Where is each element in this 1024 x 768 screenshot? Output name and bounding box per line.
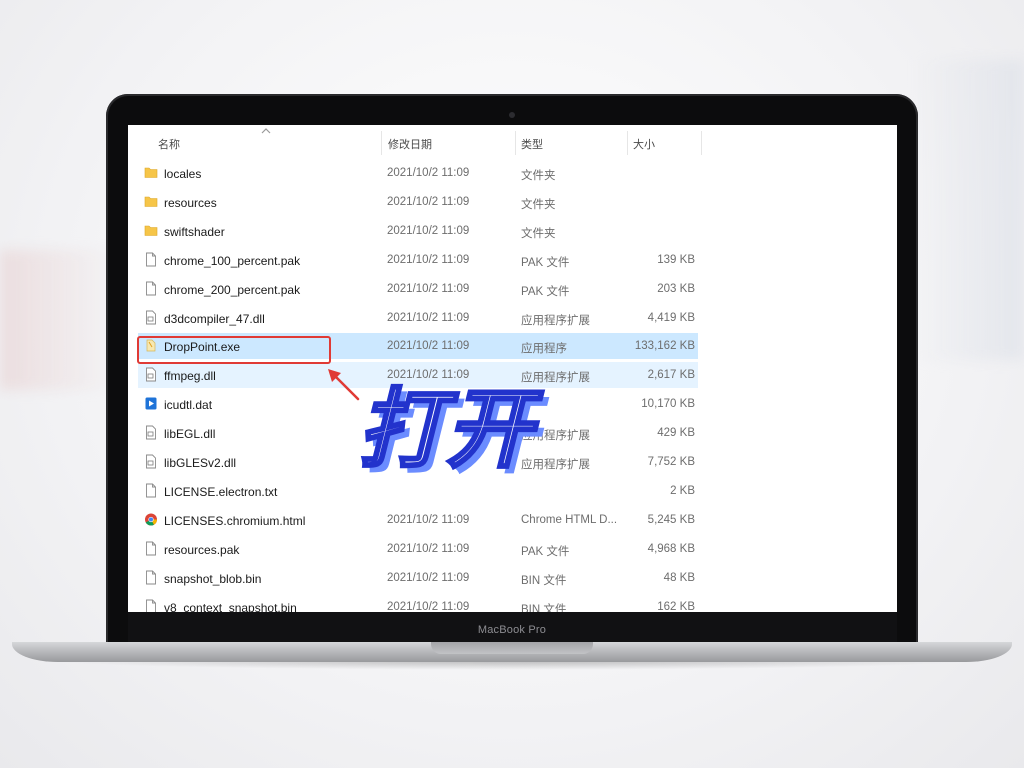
laptop-screen: 名称 修改日期 类型 大小 locales 2021/10/2 11:09 文件夹 r… xyxy=(128,125,897,612)
file-type: PAK 文件 xyxy=(521,256,570,269)
file-name: LICENSE.electron.txt xyxy=(164,484,278,499)
file-icon xyxy=(144,252,158,267)
file-name: chrome_100_percent.pak xyxy=(164,253,301,268)
column-divider[interactable] xyxy=(701,131,702,155)
file-name: icudtl.dat xyxy=(164,398,213,413)
file-modified-date: 2021/10/2 11:09 xyxy=(387,167,470,179)
file-icon xyxy=(144,541,158,556)
file-modified-date: 2021/10/2 11:09 xyxy=(387,600,470,613)
file-type: 应用程序扩展 xyxy=(521,314,590,327)
file-type: BIN 文件 xyxy=(521,603,567,613)
file-modified-date: 2021/10/2 11:09 xyxy=(387,282,470,295)
file-name: v8_context_snapshot.bin xyxy=(164,600,297,613)
file-type: BIN 文件 xyxy=(521,574,567,587)
file-size: 139 KB xyxy=(657,253,695,266)
file-modified-date: 2021/10/2 11:09 xyxy=(387,513,470,526)
file-size: 203 KB xyxy=(657,282,695,295)
folder-icon xyxy=(144,223,158,238)
column-header-date[interactable]: 修改日期 xyxy=(388,136,432,152)
file-size: 133,162 KB xyxy=(634,340,695,353)
dll-icon xyxy=(144,454,158,469)
media-file-icon xyxy=(144,396,158,411)
file-size: 2,617 KB xyxy=(647,369,695,382)
file-name: ffmpeg.dll xyxy=(164,369,216,384)
folder-icon xyxy=(144,194,158,209)
highlight-box xyxy=(137,336,331,364)
dll-icon xyxy=(144,310,158,325)
file-name: libGLESv2.dll xyxy=(164,456,237,470)
file-row[interactable]: chrome_200_percent.pak 2021/10/2 11:09 PAK… xyxy=(138,276,698,302)
file-modified-date: 2021/10/2 11:09 xyxy=(387,571,470,584)
file-row[interactable]: LICENSE.electron.txt 2 KB xyxy=(138,478,698,504)
file-name: resources.pak xyxy=(164,542,240,557)
column-header-type[interactable]: 类型 xyxy=(521,136,543,152)
dll-icon xyxy=(144,425,158,440)
column-header-size[interactable]: 大小 xyxy=(633,136,655,152)
file-icon xyxy=(144,599,158,612)
file-type: 文件夹 xyxy=(521,198,556,211)
sort-ascending-icon xyxy=(261,128,271,134)
chrome-icon xyxy=(144,512,158,527)
webcam xyxy=(509,112,515,118)
file-modified-date: 2021/10/2 11:09 xyxy=(387,224,470,237)
file-modified-date: 2021/10/2 11:09 xyxy=(387,253,470,266)
file-type: 应用程序 xyxy=(521,343,567,356)
file-icon xyxy=(144,570,158,585)
file-modified-date: 2021/10/2 11:09 xyxy=(387,340,470,353)
file-modified-date: 2021/10/2 11:09 xyxy=(387,542,470,555)
file-size: 7,752 KB xyxy=(647,456,695,468)
file-name: resources xyxy=(164,195,217,210)
column-divider[interactable] xyxy=(627,131,628,155)
file-name: libEGL.dll xyxy=(164,427,216,442)
file-type: PAK 文件 xyxy=(521,545,570,558)
dll-icon xyxy=(144,367,158,382)
file-row[interactable]: snapshot_blob.bin 2021/10/2 11:09 BIN 文件 48… xyxy=(138,565,698,591)
file-modified-date: 2021/10/2 11:09 xyxy=(387,311,470,324)
file-row[interactable]: swiftshader 2021/10/2 11:09 文件夹 xyxy=(138,218,698,244)
file-size: 48 KB xyxy=(663,571,695,584)
file-row[interactable]: chrome_100_percent.pak 2021/10/2 11:09 PAK… xyxy=(138,247,698,273)
file-icon xyxy=(144,483,158,498)
file-size: 162 KB xyxy=(657,600,695,613)
file-name: chrome_200_percent.pak xyxy=(164,282,301,297)
file-size: 4,968 KB xyxy=(647,542,695,555)
file-name: d3dcompiler_47.dll xyxy=(164,311,265,326)
file-type: 文件夹 xyxy=(521,227,556,240)
file-name: snapshot_blob.bin xyxy=(164,571,262,586)
file-name: swiftshader xyxy=(164,224,225,239)
laptop-hinge-notch xyxy=(431,642,593,654)
file-size: 4,419 KB xyxy=(647,311,695,324)
file-size: 5,245 KB xyxy=(647,513,695,526)
file-type: 文件夹 xyxy=(521,170,556,182)
file-name: locales xyxy=(164,167,202,181)
background-blur-right xyxy=(914,60,1024,360)
file-row[interactable]: v8_context_snapshot.bin 2021/10/2 11:09 BI… xyxy=(138,594,698,613)
column-header-name[interactable]: 名称 xyxy=(158,136,180,152)
background-blur-left xyxy=(0,250,120,390)
file-icon xyxy=(144,281,158,296)
file-list-header: 名称 修改日期 类型 大小 xyxy=(128,125,897,155)
file-row[interactable]: resources 2021/10/2 11:09 文件夹 xyxy=(138,189,698,215)
file-modified-date: 2021/10/2 11:09 xyxy=(387,195,470,208)
file-size: 10,170 KB xyxy=(641,398,695,411)
file-type: PAK 文件 xyxy=(521,285,570,298)
device-brand-label: MacBook Pro xyxy=(477,624,547,636)
file-size: 429 KB xyxy=(657,427,695,440)
folder-icon xyxy=(144,165,158,180)
file-row[interactable]: LICENSES.chromium.html 2021/10/2 11:09 Chr… xyxy=(138,507,698,533)
file-row[interactable]: resources.pak 2021/10/2 11:09 PAK 文件 4,968 … xyxy=(138,536,698,562)
file-name: LICENSES.chromium.html xyxy=(164,513,306,528)
file-row[interactable]: locales 2021/10/2 11:09 文件夹 xyxy=(138,160,698,186)
file-row[interactable]: d3dcompiler_47.dll 2021/10/2 11:09 应用程序扩展 4… xyxy=(138,305,698,331)
overlay-caption: 打开 xyxy=(357,380,534,480)
column-divider[interactable] xyxy=(515,131,516,155)
file-size: 2 KB xyxy=(670,484,695,497)
column-divider[interactable] xyxy=(381,131,382,155)
